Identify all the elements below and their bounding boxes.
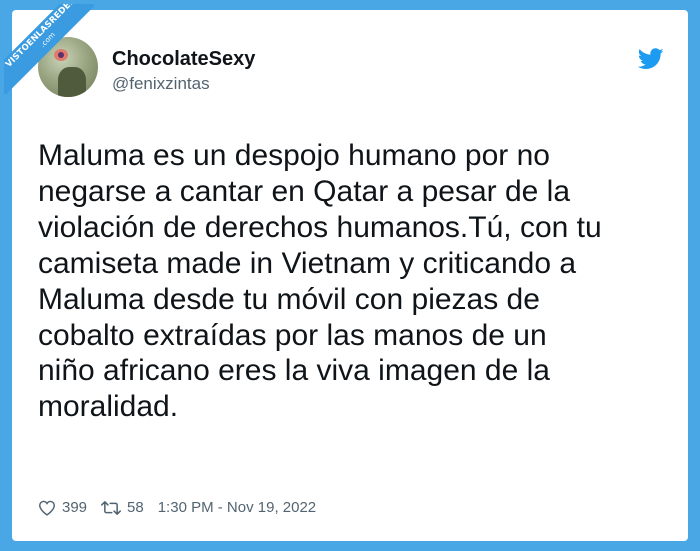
retweet-icon bbox=[101, 500, 122, 515]
author-handle[interactable]: @fenixzintas bbox=[112, 74, 210, 94]
tweet-text: Maluma es un despojo humano por no negar… bbox=[38, 139, 602, 424]
tweet-card: VISTOENLASREDES .com ChocolateSexy @feni… bbox=[4, 4, 688, 541]
author-display-name[interactable]: ChocolateSexy bbox=[112, 48, 255, 71]
like-stat[interactable]: 399 bbox=[38, 499, 87, 516]
heart-icon bbox=[38, 500, 56, 516]
tweet-meta: 399 58 1:30 PM - Nov 19, 2022 bbox=[38, 499, 316, 516]
twitter-bird-icon[interactable] bbox=[638, 48, 664, 70]
like-count: 399 bbox=[62, 499, 88, 516]
retweet-stat[interactable]: 58 bbox=[101, 499, 144, 516]
watermark-ribbon: VISTOENLASREDES .com bbox=[4, 4, 94, 94]
watermark-band: VISTOENLASREDES .com bbox=[4, 4, 94, 94]
watermark-text: VISTOENLASREDES bbox=[4, 4, 78, 70]
tweet-timestamp[interactable]: 1:30 PM - Nov 19, 2022 bbox=[158, 499, 316, 516]
retweet-count: 58 bbox=[127, 499, 144, 516]
